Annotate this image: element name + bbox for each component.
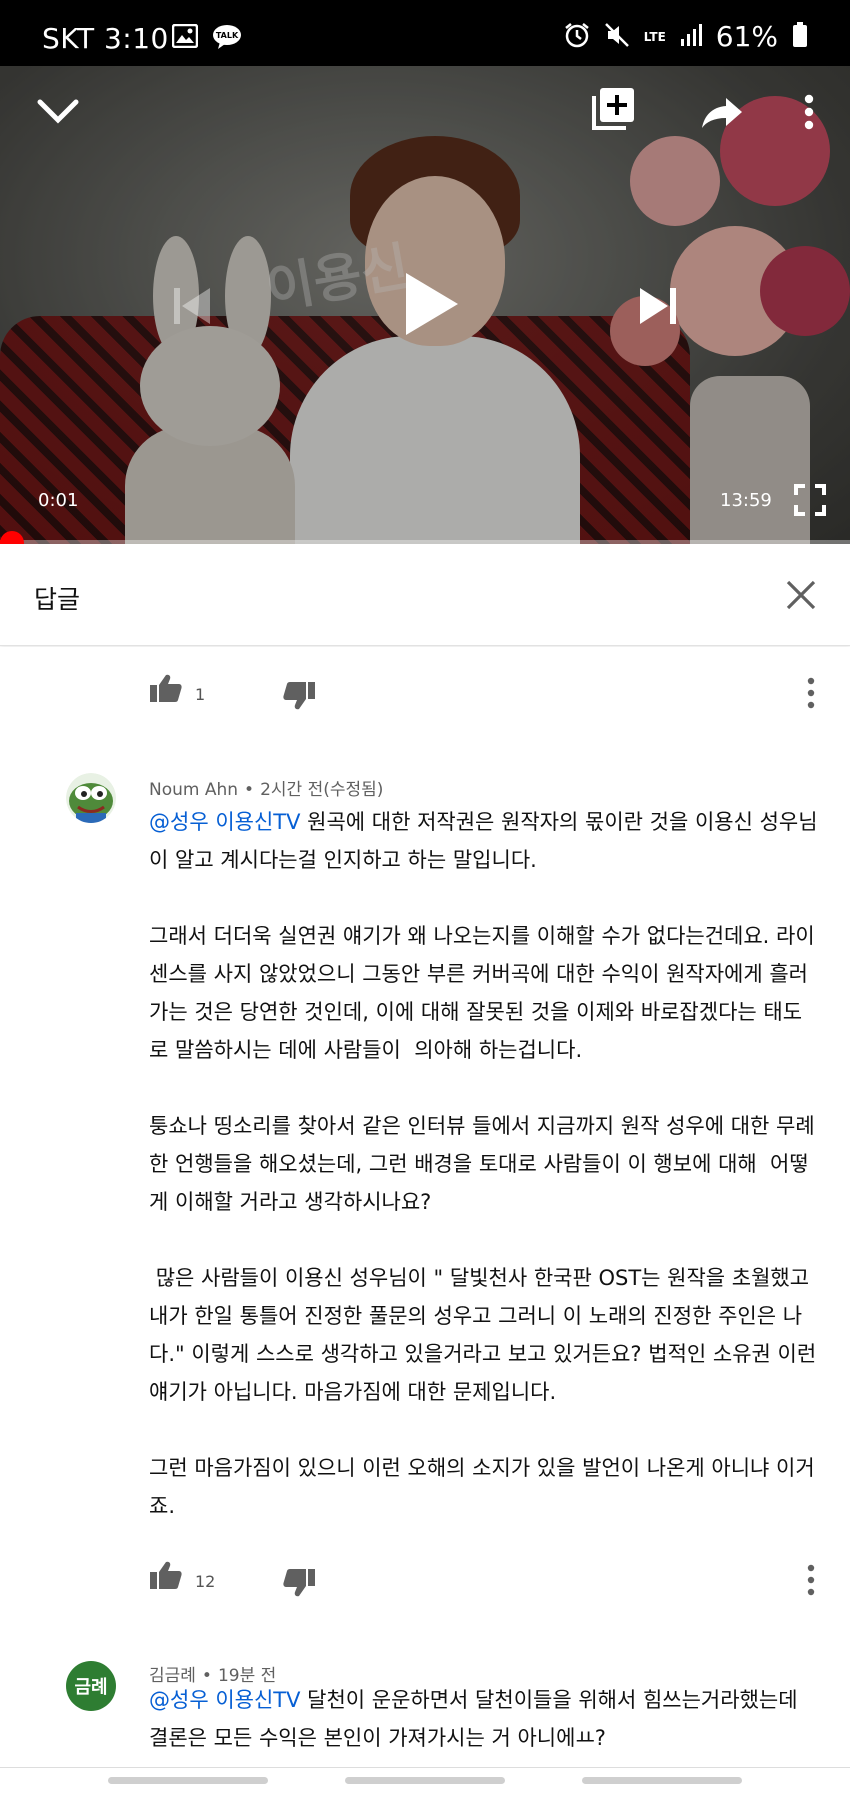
thumbs-down-icon[interactable] <box>282 1568 316 1602</box>
comment-actions: 1 <box>0 673 850 723</box>
replies-header: 답글 <box>0 544 850 646</box>
talk-icon: TALK <box>212 24 242 54</box>
gallery-icon <box>171 23 199 54</box>
thumbs-down-icon[interactable] <box>282 681 316 715</box>
video-player[interactable]: 이용신 0:01 13:59 <box>0 66 850 544</box>
more-vert-icon[interactable] <box>805 1564 817 1600</box>
nav-handle[interactable] <box>345 1777 505 1784</box>
playlist-add-icon[interactable] <box>592 86 636 130</box>
nav-handle[interactable] <box>582 1777 742 1784</box>
lte-icon: LTE <box>643 29 666 44</box>
comment-body: 원곡에 대한 저작권은 원작자의 몫이란 것을 이용신 성우님이 알고 계시다는… <box>149 810 818 1518</box>
like-count: 1 <box>195 685 206 704</box>
carrier-time: SKT 3:10 <box>42 22 169 55</box>
battery-icon <box>792 21 808 52</box>
share-icon[interactable] <box>700 96 744 130</box>
comment-actions: 12 <box>0 1560 850 1610</box>
avatar[interactable]: 금례 <box>66 1661 116 1711</box>
alarm-icon <box>564 22 590 52</box>
replies-list[interactable]: 1 Noum Ahn • 2시간 전(수정됨) @성우 이용신TV 원곡에 대한 저 <box>0 647 850 1767</box>
comment-author[interactable]: Noum Ahn <box>149 780 238 800</box>
mute-icon <box>604 22 630 52</box>
comment-meta: Noum Ahn • 2시간 전(수정됨) <box>149 780 384 800</box>
fullscreen-icon[interactable] <box>794 484 826 516</box>
skip-previous-icon[interactable] <box>172 286 212 326</box>
skip-next-icon[interactable] <box>638 286 678 326</box>
comment-text: @성우 이용신TV 달천이 운운하면서 달천이들을 위해서 힘쓰는거라했는데 결… <box>149 1681 819 1757</box>
status-bar: SKT 3:10 TALK LTE 61% <box>0 0 850 66</box>
play-icon[interactable] <box>404 271 460 337</box>
chevron-down-icon[interactable] <box>36 96 80 126</box>
replies-title: 답글 <box>34 585 81 614</box>
comment-time: 2시간 전(수정됨) <box>260 780 384 800</box>
comment-text: @성우 이용신TV 원곡에 대한 저작권은 원작자의 몫이란 것을 이용신 성우… <box>149 803 819 1525</box>
nav-bar <box>0 1767 850 1795</box>
signal-icon <box>680 23 702 51</box>
more-vert-icon[interactable] <box>802 94 816 130</box>
like-count: 12 <box>195 1572 216 1591</box>
system-icons: LTE 61% <box>564 20 808 53</box>
mention-link[interactable]: @성우 이용신TV <box>149 810 300 834</box>
notification-icons: TALK <box>171 23 242 54</box>
battery-level: 61% <box>715 20 778 53</box>
current-time: 0:01 <box>38 490 79 511</box>
close-icon[interactable] <box>784 578 818 616</box>
nav-handle[interactable] <box>108 1777 268 1784</box>
total-time: 13:59 <box>720 490 772 511</box>
thumbs-up-icon[interactable] <box>149 1560 183 1594</box>
svg-text:TALK: TALK <box>216 31 239 40</box>
avatar-initials: 금례 <box>74 1677 108 1698</box>
mention-link[interactable]: @성우 이용신TV <box>149 1688 300 1712</box>
avatar[interactable] <box>66 773 116 823</box>
thumbs-up-icon[interactable] <box>149 673 183 707</box>
more-vert-icon[interactable] <box>805 677 817 713</box>
